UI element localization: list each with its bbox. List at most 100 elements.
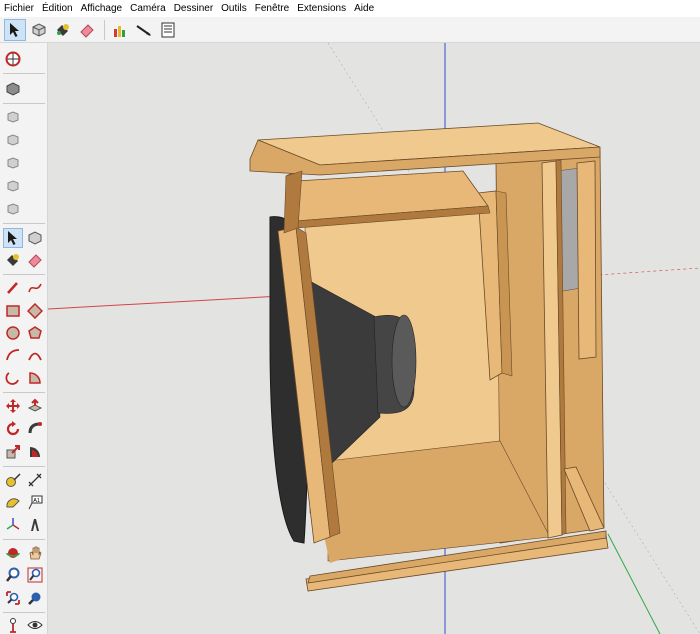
- paint-bucket-button[interactable]: [52, 19, 74, 41]
- eraser-button[interactable]: [76, 19, 98, 41]
- right-view-icon: [7, 157, 19, 169]
- make-component-button[interactable]: [28, 19, 50, 41]
- menu-dessiner[interactable]: Dessiner: [174, 0, 213, 17]
- rotated-rectangle-tool-button[interactable]: [25, 301, 45, 321]
- three-point-arc-icon: [5, 372, 19, 385]
- warehouse-button[interactable]: [109, 19, 131, 41]
- toolbar-separator: [3, 103, 45, 104]
- follow-me-tool-button[interactable]: [25, 419, 45, 439]
- move-icon: [6, 399, 20, 413]
- text-tool-button[interactable]: A1: [25, 493, 45, 513]
- push-pull-icon: [27, 398, 43, 412]
- zoom-tool-button[interactable]: [3, 565, 23, 585]
- follow-me-icon: [28, 422, 42, 434]
- look-around-tool-button[interactable]: [25, 615, 45, 634]
- menu-camera[interactable]: Caméra: [130, 0, 166, 17]
- offset-tool-button[interactable]: [25, 442, 45, 462]
- arc-icon: [6, 349, 20, 361]
- left-toolbar: A1: [0, 43, 48, 634]
- paint-bucket-icon: [7, 254, 19, 266]
- dimension-tool-button[interactable]: [25, 470, 45, 490]
- two-point-arc-tool-button[interactable]: [25, 345, 45, 365]
- select-tool-button[interactable]: [4, 18, 26, 41]
- toolbar-separator: [3, 466, 45, 467]
- eraser-button[interactable]: [25, 250, 45, 270]
- make-component-icon: [28, 231, 42, 245]
- select-arrow-icon: [8, 231, 17, 245]
- top-view-icon: [7, 111, 19, 123]
- model-info-button[interactable]: [157, 19, 179, 41]
- iso-view-button[interactable]: [3, 79, 23, 99]
- toolbar-separator: [3, 223, 45, 224]
- menu-extensions[interactable]: Extensions: [297, 0, 346, 17]
- speaker-magnet-cap: [391, 314, 417, 408]
- make-component-icon: [32, 22, 46, 37]
- circle-tool-button[interactable]: [3, 323, 23, 343]
- three-point-arc-tool-button[interactable]: [3, 368, 23, 388]
- polygon-icon: [28, 326, 42, 339]
- right-view-button[interactable]: [3, 153, 23, 173]
- zoom-extents-tool-button[interactable]: [3, 588, 23, 608]
- axes-tool-button[interactable]: [3, 515, 23, 535]
- menu-edition[interactable]: Édition: [42, 0, 73, 17]
- line-pencil-icon: [7, 282, 18, 294]
- rotate-tool-button[interactable]: [3, 419, 23, 439]
- make-component-button[interactable]: [25, 228, 45, 248]
- toolbar-separator: [3, 392, 45, 393]
- tape-measure-icon: [6, 473, 21, 487]
- menu-outils[interactable]: Outils: [221, 0, 247, 17]
- toolbar-separator: [3, 539, 45, 540]
- left-view-icon: [7, 203, 19, 215]
- zoom-extents-icon: [6, 591, 20, 605]
- menu-affichage[interactable]: Affichage: [81, 0, 123, 17]
- axes-icon: [6, 518, 20, 530]
- polygon-tool-button[interactable]: [25, 323, 45, 343]
- orbit-tool-button[interactable]: [3, 543, 23, 563]
- scale-tool-button[interactable]: [3, 442, 23, 462]
- front-view-button[interactable]: [3, 130, 23, 150]
- zoom-window-icon: [27, 567, 43, 583]
- freehand-icon: [28, 283, 42, 293]
- select-arrow-icon: [10, 22, 19, 37]
- freehand-tool-button[interactable]: [25, 278, 45, 298]
- tape-measure-tool-button[interactable]: [3, 470, 23, 490]
- line-tool-button[interactable]: [3, 278, 23, 298]
- pan-hand-icon: [29, 546, 42, 560]
- menu-fichier[interactable]: Fichier: [4, 0, 34, 17]
- menu-fenetre[interactable]: Fenêtre: [255, 0, 289, 17]
- previous-view-icon: [28, 592, 41, 605]
- push-pull-tool-button[interactable]: [25, 396, 45, 416]
- pie-icon: [29, 372, 41, 384]
- back-view-icon: [7, 180, 19, 192]
- previous-view-tool-button[interactable]: [25, 588, 45, 608]
- left-view-button[interactable]: [3, 199, 23, 219]
- protractor-tool-button[interactable]: [3, 493, 23, 513]
- pan-tool-button[interactable]: [25, 543, 45, 563]
- iso-view-icon: [6, 82, 20, 96]
- section-plane-button[interactable]: [133, 19, 155, 41]
- back-view-button[interactable]: [3, 176, 23, 196]
- 3d-text-tool-button[interactable]: [25, 515, 45, 535]
- look-around-icon: [27, 621, 43, 629]
- 3d-viewport[interactable]: [48, 43, 700, 634]
- zoom-window-tool-button[interactable]: [25, 565, 45, 585]
- warehouse-icon: [114, 25, 125, 37]
- top-view-button[interactable]: [3, 107, 23, 127]
- circle-icon: [6, 326, 20, 340]
- rectangle-tool-button[interactable]: [3, 301, 23, 321]
- arc-tool-button[interactable]: [3, 345, 23, 365]
- paint-bucket-icon: [57, 23, 69, 36]
- orbit-globe-button[interactable]: [3, 49, 23, 69]
- select-tool-button[interactable]: [3, 228, 23, 248]
- move-tool-button[interactable]: [3, 396, 23, 416]
- toolbar-separator: [3, 612, 45, 613]
- paint-bucket-button[interactable]: [3, 250, 23, 270]
- rotated-rectangle-icon: [27, 303, 43, 319]
- pie-tool-button[interactable]: [25, 368, 45, 388]
- menu-aide[interactable]: Aide: [354, 0, 374, 17]
- eraser-icon: [28, 254, 42, 268]
- svg-text:A1: A1: [33, 498, 40, 504]
- eraser-icon: [80, 23, 94, 38]
- toolbar-separator: [104, 19, 105, 40]
- position-camera-tool-button[interactable]: [3, 615, 23, 634]
